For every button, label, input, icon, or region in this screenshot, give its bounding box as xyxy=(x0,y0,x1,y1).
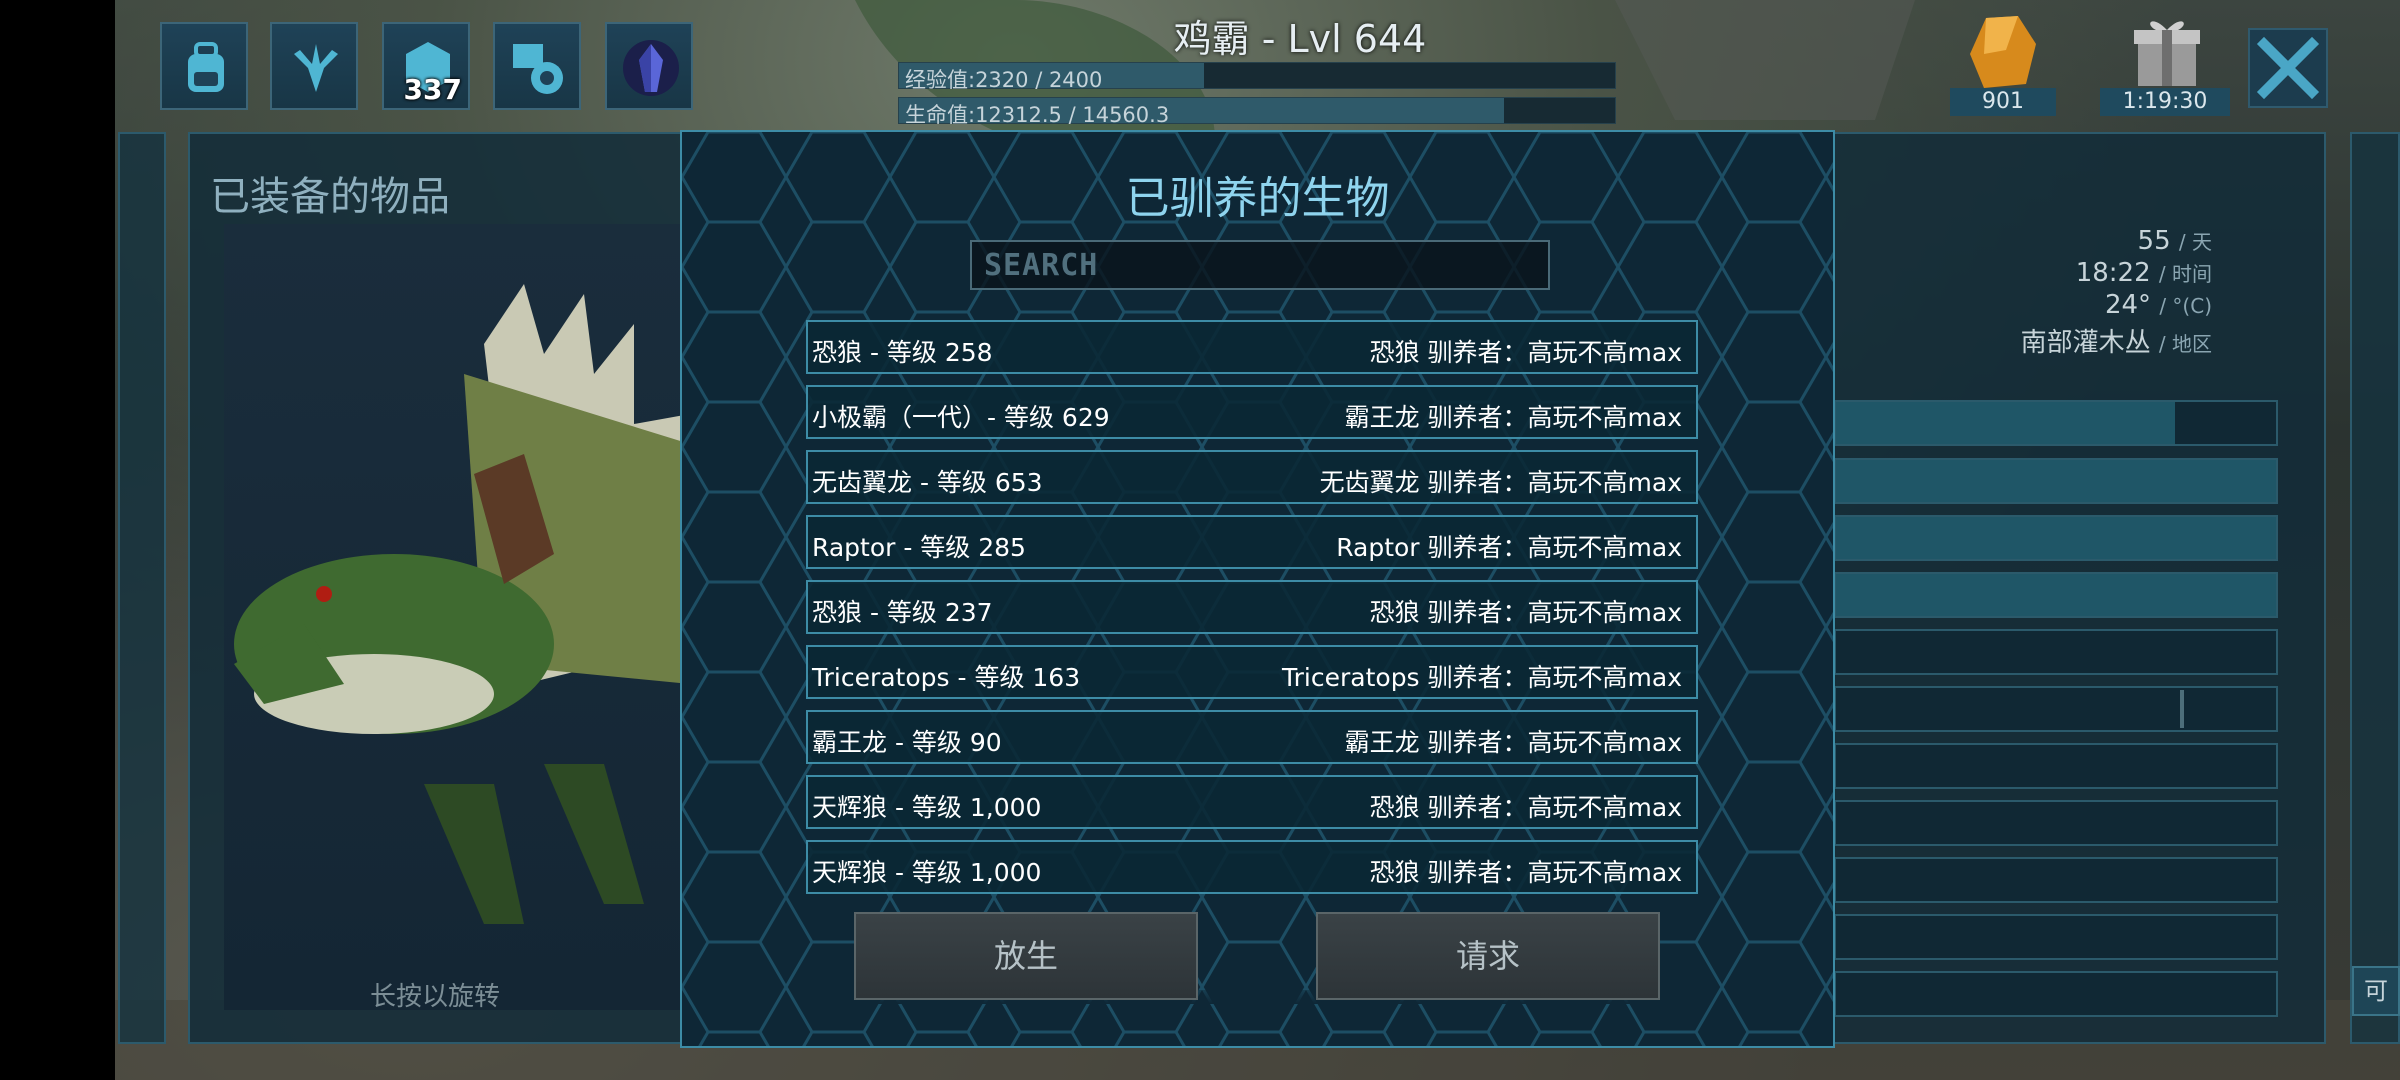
creature-tamer: 恐狼 驯养者：高玩不高max xyxy=(1369,793,1682,822)
player-title: 鸡霸 - Lvl 644 xyxy=(1173,17,1427,61)
creature-row[interactable]: 天辉狼 - 等级 1,000 恐狼 驯养者：高玩不高max xyxy=(806,840,1698,894)
stat-bar xyxy=(1834,800,2278,846)
stat-bar-fill xyxy=(1836,460,2276,502)
creature-name: 天辉狼 - 等级 1,000 xyxy=(812,793,1042,822)
creature-row[interactable]: 无齿翼龙 - 等级 653 无齿翼龙 驯养者：高玩不高max xyxy=(806,450,1698,504)
health-label: 生命值:12312.5 / 14560.3 xyxy=(905,103,1170,127)
region-value: 南部灌木丛 xyxy=(2020,328,2151,358)
backpack-icon xyxy=(188,42,224,92)
creature-row[interactable]: 天辉狼 - 等级 1,000 恐狼 驯养者：高玩不高max xyxy=(806,775,1698,829)
tamed-creatures-dialog: 已驯养的生物 恐狼 - 等级 258 恐狼 驯养者：高玩不高max 小极霸（一代）-… xyxy=(680,130,1835,1048)
region-unit: / 地区 xyxy=(2158,332,2212,356)
creature-name: 恐狼 - 等级 237 xyxy=(812,598,993,627)
xp-bar: 经验值:2320 / 2400 xyxy=(898,62,1616,92)
engrams-button[interactable]: 337 xyxy=(382,22,470,110)
creature-row[interactable]: 霸王龙 - 等级 90 霸王龙 驯养者：高玩不高max xyxy=(806,710,1698,764)
dialog-title: 已驯养的生物 xyxy=(1125,173,1390,224)
release-button[interactable]: 放生 xyxy=(854,912,1198,1000)
inventory-button[interactable] xyxy=(160,22,248,110)
creature-name: 恐狼 - 等级 258 xyxy=(812,338,993,367)
stat-bar xyxy=(1834,686,2278,732)
creature-name: 天辉狼 - 等级 1,000 xyxy=(812,858,1042,887)
stat-bar-fill xyxy=(1836,574,2276,616)
amber-store-button[interactable]: 901 xyxy=(1950,14,2056,116)
time-value: 18:22 xyxy=(2075,258,2151,288)
amber-icon xyxy=(1970,16,2036,88)
amber-count: 901 xyxy=(1950,88,2056,116)
creature-list[interactable]: 恐狼 - 等级 258 恐狼 驯养者：高玩不高max 小极霸（一代）- 等级 629… xyxy=(806,320,1698,996)
right-edge-button[interactable]: 可用 xyxy=(2352,966,2400,1016)
gift-icon xyxy=(2134,21,2200,86)
creature-tamer: Triceratops 驯养者：高玩不高max xyxy=(1282,663,1682,692)
right-side-panel xyxy=(2350,132,2400,1044)
temperature-unit: / °(C) xyxy=(2159,294,2212,318)
creature-row[interactable]: Triceratops - 等级 163 Triceratops 驯养者：高玩不高… xyxy=(806,645,1698,699)
health-bar: 生命值:12312.5 / 14560.3 xyxy=(898,97,1616,127)
engram-count: 337 xyxy=(403,73,462,106)
request-button[interactable]: 请求 xyxy=(1316,912,1660,1000)
day-value: 55 xyxy=(2137,226,2171,256)
stat-bar-marker xyxy=(2180,690,2184,728)
settings-button[interactable] xyxy=(493,22,581,110)
equipped-items-title: 已装备的物品 xyxy=(210,174,450,220)
equipped-items-panel: 已装备的物品 xyxy=(188,132,690,1044)
creature-tamer: Raptor 驯养者：高玩不高max xyxy=(1336,533,1682,562)
search-field[interactable] xyxy=(970,240,1550,290)
creature-tamer: 恐狼 驯养者：高玩不高max xyxy=(1369,858,1682,887)
creature-tamer: 霸王龙 驯养者：高玩不高max xyxy=(1344,728,1682,757)
close-icon xyxy=(2256,36,2320,100)
stat-bar-fill xyxy=(1836,402,2175,444)
search-input[interactable] xyxy=(972,242,1548,288)
spinosaurus-model xyxy=(234,284,690,924)
gift-button[interactable]: 1:19:30 xyxy=(2100,14,2230,116)
temperature-value: 24° xyxy=(2104,290,2152,320)
stat-bar xyxy=(1834,515,2278,561)
close-button[interactable] xyxy=(2248,28,2328,108)
creature-name: 霸王龙 - 等级 90 xyxy=(812,728,1002,757)
day-readout: 55 / 天 xyxy=(2138,226,2212,256)
creature-row[interactable]: 小极霸（一代）- 等级 629 霸王龙 驯养者：高玩不高max xyxy=(806,385,1698,439)
day-unit: / 天 xyxy=(2178,230,2212,254)
creature-row[interactable]: Raptor - 等级 285 Raptor 驯养者：高玩不高max xyxy=(806,515,1698,569)
region-readout: 南部灌木丛 / 地区 xyxy=(2021,322,2212,359)
tribe-button[interactable] xyxy=(605,22,693,110)
stat-bar xyxy=(1834,458,2278,504)
temperature-readout: 24° / °(C) xyxy=(2105,290,2212,320)
gear-icon xyxy=(513,44,563,94)
creature-name: Triceratops - 等级 163 xyxy=(812,663,1081,692)
stat-bar xyxy=(1834,743,2278,789)
dino-footprint-icon xyxy=(294,44,338,92)
stat-bar xyxy=(1834,400,2278,446)
time-unit: / 时间 xyxy=(2158,262,2212,286)
creature-tamer: 霸王龙 驯养者：高玩不高max xyxy=(1344,403,1682,432)
creature-row[interactable]: 恐狼 - 等级 258 恐狼 驯养者：高玩不高max xyxy=(806,320,1698,374)
gift-timer: 1:19:30 xyxy=(2100,88,2230,116)
creature-row[interactable]: 恐狼 - 等级 237 恐狼 驯养者：高玩不高max xyxy=(806,580,1698,634)
xp-label: 经验值:2320 / 2400 xyxy=(905,68,1103,92)
creature-preview[interactable] xyxy=(224,224,690,1010)
creature-name: 小极霸（一代）- 等级 629 xyxy=(812,403,1110,432)
time-readout: 18:22 / 时间 xyxy=(2076,258,2212,288)
creature-tamer: 恐狼 驯养者：高玩不高max xyxy=(1369,338,1682,367)
creature-name: Raptor - 等级 285 xyxy=(812,533,1026,562)
creature-tamer: 恐狼 驯养者：高玩不高max xyxy=(1369,598,1682,627)
stat-bar xyxy=(1834,857,2278,903)
rotate-hint: 长按以旋转 xyxy=(370,982,501,1012)
stat-bar xyxy=(1834,572,2278,618)
stat-bar xyxy=(1834,914,2278,960)
creature-name: 无齿翼龙 - 等级 653 xyxy=(812,468,1043,497)
stat-bar-fill xyxy=(1836,517,2276,559)
crystal-icon xyxy=(623,40,679,96)
left-side-panel xyxy=(118,132,166,1044)
stat-bar xyxy=(1834,971,2278,1017)
stat-bar xyxy=(1834,629,2278,675)
creature-tamer: 无齿翼龙 驯养者：高玩不高max xyxy=(1319,468,1682,497)
tames-button[interactable] xyxy=(270,22,358,110)
